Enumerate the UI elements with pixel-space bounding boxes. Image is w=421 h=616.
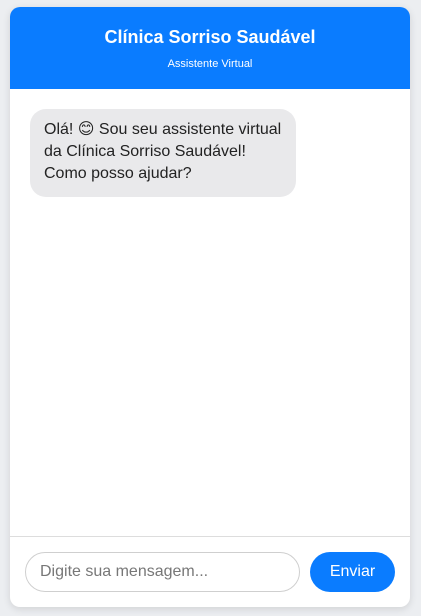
bot-message: Olá! 😊 Sou seu assistente virtual da Clí…	[30, 109, 296, 197]
chat-title: Clínica Sorriso Saudável	[104, 27, 316, 47]
chat-subtitle: Assistente Virtual	[167, 58, 253, 70]
message-input[interactable]	[25, 552, 300, 592]
message-list: Olá! 😊 Sou seu assistente virtual da Clí…	[10, 89, 410, 536]
chat-header: Clínica Sorriso Saudável Assistente Virt…	[10, 7, 410, 89]
bot-message-text: Olá! 😊 Sou seu assistente virtual da Clí…	[44, 121, 282, 182]
send-button[interactable]: Enviar	[310, 552, 395, 592]
chat-window: Clínica Sorriso Saudável Assistente Virt…	[10, 7, 410, 607]
chat-input-bar: Enviar	[10, 536, 410, 607]
